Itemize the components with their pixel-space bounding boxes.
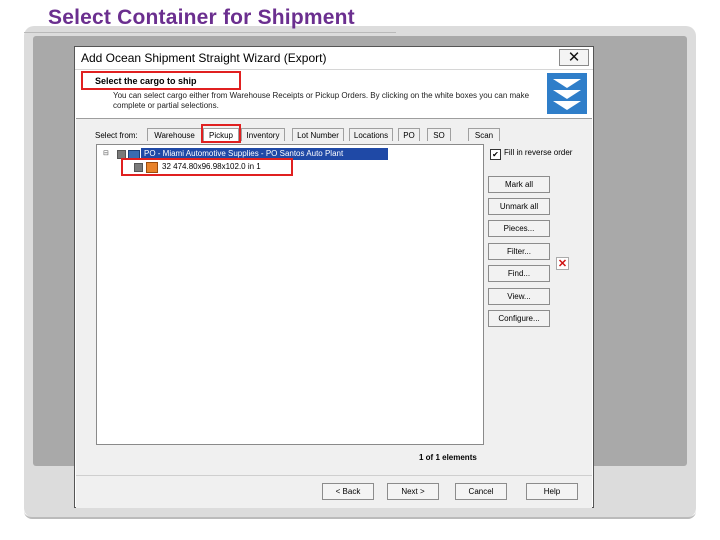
wizard-footer: < Back Next > Cancel Help xyxy=(76,475,592,508)
reverse-order-label: Fill in reverse order xyxy=(504,148,573,157)
tab-pickup[interactable]: Pickup xyxy=(203,128,239,141)
close-button[interactable]: ✕ xyxy=(559,49,589,66)
cancel-button[interactable]: Cancel xyxy=(455,483,507,500)
pieces-button[interactable]: Pieces... xyxy=(488,220,550,237)
configure-button[interactable]: Configure... xyxy=(488,310,550,327)
find-button[interactable]: Find... xyxy=(488,265,550,282)
title-underline xyxy=(24,32,396,33)
wizard-logo-icon xyxy=(547,73,587,114)
pickup-order-label: PO - Miami Automotive Supplies - PO Sant… xyxy=(141,148,388,160)
container-checkbox[interactable] xyxy=(134,163,143,172)
tab-inventory[interactable]: Inventory xyxy=(241,128,285,141)
elements-count: 1 of 1 elements xyxy=(419,453,477,462)
back-button[interactable]: < Back xyxy=(322,483,374,500)
next-button[interactable]: Next > xyxy=(387,483,439,500)
dialog-titlebar: Add Ocean Shipment Straight Wizard (Expo… xyxy=(75,47,593,70)
wizard-body: Select from: Warehouse Pickup Inventory … xyxy=(76,119,592,475)
help-button[interactable]: Help xyxy=(526,483,578,500)
tab-so[interactable]: SO xyxy=(427,128,451,141)
select-from-label: Select from: xyxy=(95,131,138,140)
row-checkbox[interactable] xyxy=(117,150,126,159)
tree-node-pickup-order[interactable]: ⊟ PO - Miami Automotive Supplies - PO Sa… xyxy=(103,148,388,160)
clear-filter-icon[interactable]: ✕ xyxy=(556,257,569,270)
wizard-dialog: Add Ocean Shipment Straight Wizard (Expo… xyxy=(74,46,594,508)
step-description: You can select cargo either from Warehou… xyxy=(113,91,530,110)
box-icon xyxy=(146,162,158,173)
tab-locations[interactable]: Locations xyxy=(349,128,393,141)
wizard-header: Select the cargo to ship You can select … xyxy=(76,70,592,119)
unmark-all-button[interactable]: Unmark all xyxy=(488,198,550,215)
tab-scan[interactable]: Scan xyxy=(468,128,500,141)
step-title: Select the cargo to ship xyxy=(95,76,197,86)
dialog-title: Add Ocean Shipment Straight Wizard (Expo… xyxy=(81,51,327,65)
filter-button[interactable]: Filter... xyxy=(488,243,550,260)
mark-all-button[interactable]: Mark all xyxy=(488,176,550,193)
cargo-tree[interactable]: ⊟ PO - Miami Automotive Supplies - PO Sa… xyxy=(96,144,484,445)
container-label: 32 474.80x96.98x102.0 in 1 xyxy=(162,162,261,171)
shipment-icon xyxy=(128,150,140,160)
tab-warehouse[interactable]: Warehouse xyxy=(147,128,202,141)
tab-po[interactable]: PO xyxy=(398,128,420,141)
collapse-icon[interactable]: ⊟ xyxy=(103,150,109,158)
tab-lot-number[interactable]: Lot Number xyxy=(292,128,344,141)
view-button[interactable]: View... xyxy=(488,288,550,305)
reverse-order-checkbox[interactable]: ✔ xyxy=(490,149,501,160)
frame-bottom-edge xyxy=(24,509,696,519)
slide-title: Select Container for Shipment xyxy=(48,6,355,29)
